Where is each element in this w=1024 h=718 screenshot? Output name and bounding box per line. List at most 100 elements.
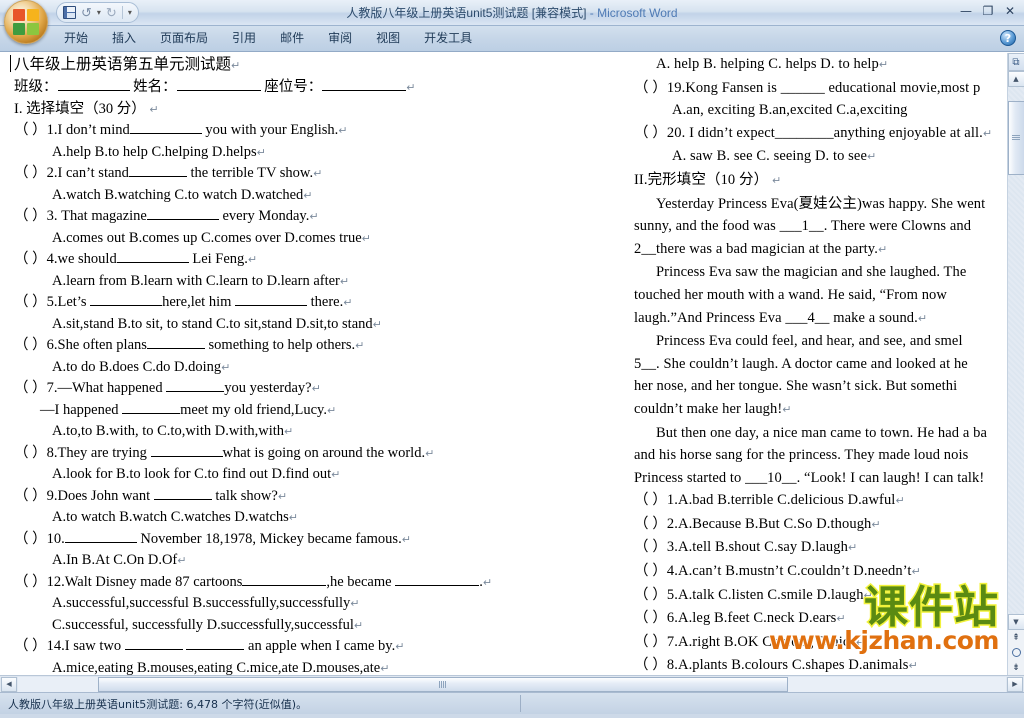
restore-button[interactable]: ❐ xyxy=(978,2,998,19)
question-1: （ ）1.I don’t mind you with your English.… xyxy=(14,120,622,142)
scroll-left-button[interactable]: ◀ xyxy=(1,676,17,692)
pilcrow-icon: ↵ xyxy=(331,468,341,481)
cloze-text: couldn’t make her laugh! xyxy=(634,400,783,417)
pilcrow-icon: ↵ xyxy=(313,167,323,180)
blank xyxy=(166,391,225,392)
app-name-text: Microsoft Word xyxy=(597,6,678,20)
student-info-line: 班级： 姓名： 座位号： ↵ xyxy=(14,77,622,99)
cloze-p3-l3: her nose, and her tongue. She wasn’t sic… xyxy=(634,375,1007,398)
save-icon[interactable] xyxy=(63,6,76,19)
question-4: （ ）4.we should Lei Feng.↵ xyxy=(14,249,622,271)
cloze-p2-l3: laugh.”And Princess Eva ___4__ make a so… xyxy=(634,307,1007,331)
question-10-options: A.In B.At C.On D.Of↵ xyxy=(14,550,622,572)
undo-icon[interactable]: ↺ xyxy=(81,6,92,19)
select-browse-object-icon[interactable] xyxy=(1008,645,1024,660)
question-6: （ ）6.She often plans something to help o… xyxy=(14,335,622,357)
options-text: A.mice,eating B.mouses,eating C.mice,ate… xyxy=(52,659,381,676)
tab-review[interactable]: 审阅 xyxy=(316,26,364,51)
redo-icon[interactable]: ↻ xyxy=(106,6,117,19)
window-title: 人教版八年级上册英语unit5测试题 [兼容模式] - Microsoft Wo… xyxy=(0,4,1024,21)
split-window-icon[interactable]: ⧉ xyxy=(1007,53,1024,71)
question-12-stem: （ ）12.Walt Disney made 87 cartoons xyxy=(14,573,243,590)
options-text: A.to watch B.watch C.watches D.watchs xyxy=(52,509,289,525)
question-3-options: A.comes out B.comes up C.comes over D.co… xyxy=(14,228,622,250)
document-title-text: 人教版八年级上册英语unit5测试题 [兼容模式] xyxy=(346,6,587,20)
horizontal-scroll-thumb[interactable] xyxy=(98,676,788,692)
pilcrow-icon: ↵ xyxy=(908,659,918,673)
vertical-scroll-track[interactable] xyxy=(1007,87,1024,614)
question-8: （ ）8.They are trying what is going on ar… xyxy=(14,443,622,465)
options-text: （ ）3.A.tell B.shout C.say D.laugh xyxy=(634,539,848,556)
pilcrow-icon: ↵ xyxy=(338,124,348,137)
blank xyxy=(116,262,189,263)
question-2-tail: the terrible TV show. xyxy=(190,165,314,181)
options-text: A.watch B.watching C.to watch D.watched xyxy=(52,186,304,203)
section-1-heading-text: I. 选择填空（30 分） xyxy=(14,100,146,117)
window-controls: — ❐ ✕ xyxy=(956,2,1020,19)
office-button[interactable] xyxy=(4,0,48,44)
question-5: （ ）5.Let’s here,let him there.↵ xyxy=(14,292,622,314)
question-20-options: A. saw B. see C. seeing D. to see↵ xyxy=(634,145,1007,169)
quick-access-toolbar: ↺ ▾ ↻ ▾ xyxy=(56,2,139,23)
doc-title-text: 八年级上册英语第五单元测试题 xyxy=(14,56,232,73)
cloze-question-1: （ ）1.A.bad B.terrible C.delicious D.awfu… xyxy=(634,489,1007,513)
pilcrow-icon: ↵ xyxy=(771,173,782,187)
pilcrow-icon: ↵ xyxy=(309,210,319,223)
tab-references[interactable]: 引用 xyxy=(220,26,268,51)
undo-dropdown-icon[interactable]: ▾ xyxy=(97,8,101,17)
options-text: A.comes out B.comes up C.comes over D.co… xyxy=(52,229,362,246)
pilcrow-icon: ↵ xyxy=(277,489,288,503)
cloze-text: 5__. She couldn’t laugh. A doctor came a… xyxy=(634,355,968,372)
tab-page-layout[interactable]: 页面布局 xyxy=(148,26,220,51)
options-text: （ ）8.A.plants B.colours C.shapes D.anima… xyxy=(634,657,909,674)
status-bar: 人教版八年级上册英语unit5测试题: 6,478 个字符(近似值)。 xyxy=(0,692,1024,714)
pilcrow-icon: ↵ xyxy=(863,588,873,602)
scroll-right-button[interactable]: ▶ xyxy=(1007,676,1023,692)
question-7: （ ）7.—What happened you yesterday?↵ xyxy=(14,378,622,400)
question-5-mid: here,let him xyxy=(162,294,232,310)
options-text: A.learn from B.learn with C.learn to D.l… xyxy=(52,272,340,289)
scroll-thumb-grip xyxy=(1012,135,1020,141)
pilcrow-icon: ↵ xyxy=(284,425,294,438)
pilcrow-icon: ↵ xyxy=(303,188,313,202)
document-page[interactable]: 八年级上册英语第五单元测试题 ↵ 班级： 姓名： 座位号： ↵ I. 选择填空（30… xyxy=(10,53,1007,675)
blank xyxy=(242,584,327,586)
next-page-icon[interactable]: ⇟ xyxy=(1008,660,1024,675)
customize-qat-icon[interactable]: ▾ xyxy=(128,8,132,17)
previous-page-icon[interactable]: ⇞ xyxy=(1008,630,1024,645)
pilcrow-icon: ↵ xyxy=(372,317,382,331)
name-label: 姓名： xyxy=(133,79,177,95)
blank xyxy=(146,219,219,220)
blank xyxy=(129,133,202,134)
tab-view[interactable]: 视图 xyxy=(364,26,412,51)
question-9-stem: （ ）9.Does John want xyxy=(14,487,151,504)
vertical-scrollbar[interactable]: ⧉ ▲ ▼ ⇞ ⇟ xyxy=(1007,53,1024,675)
tab-home[interactable]: 开始 xyxy=(52,26,100,51)
help-icon[interactable]: ? xyxy=(1000,30,1016,46)
cloze-question-7: （ ）7.A.right B.OK C.wrong D.nice↵ xyxy=(634,631,1007,655)
tab-mailings[interactable]: 邮件 xyxy=(268,26,316,51)
scroll-up-button[interactable]: ▲ xyxy=(1007,71,1024,87)
horizontal-scroll-track[interactable] xyxy=(18,676,1006,692)
cloze-p2-l2: touched her mouth with a wand. He said, … xyxy=(634,284,1007,307)
tab-insert[interactable]: 插入 xyxy=(100,26,148,51)
browse-object-controls: ⇞ ⇟ xyxy=(1008,630,1024,675)
question-9-tail: talk show? xyxy=(215,487,278,504)
question-2-stem: （ ）2.I can’t stand xyxy=(14,165,129,181)
horizontal-scrollbar[interactable]: ◀ ▶ xyxy=(0,675,1024,692)
close-button[interactable]: ✕ xyxy=(1000,2,1020,19)
scroll-down-button[interactable]: ▼ xyxy=(1007,614,1024,630)
minimize-button[interactable]: — xyxy=(956,2,976,19)
tab-developer[interactable]: 开发工具 xyxy=(412,26,484,51)
cloze-p1-l1: Yesterday Princess Eva(夏娃公主)was happy. S… xyxy=(634,193,1007,216)
question-1-options: A.help B.to help C.helping D.helps↵ xyxy=(14,142,622,164)
pilcrow-icon: ↵ xyxy=(343,296,353,309)
pilcrow-icon: ↵ xyxy=(380,661,390,675)
pilcrow-icon: ↵ xyxy=(895,494,905,508)
question-2-options: A.watch B.watching C.to watch D.watched↵ xyxy=(14,185,622,207)
scroll-thumb-grip xyxy=(439,680,447,688)
seat-label: 座位号： xyxy=(264,79,323,95)
vertical-scroll-thumb[interactable] xyxy=(1007,101,1024,175)
question-12-options-2: C.successful, successfully D.successfull… xyxy=(14,615,622,637)
cloze-text: sunny, and the food was ___1__. There we… xyxy=(634,218,972,235)
